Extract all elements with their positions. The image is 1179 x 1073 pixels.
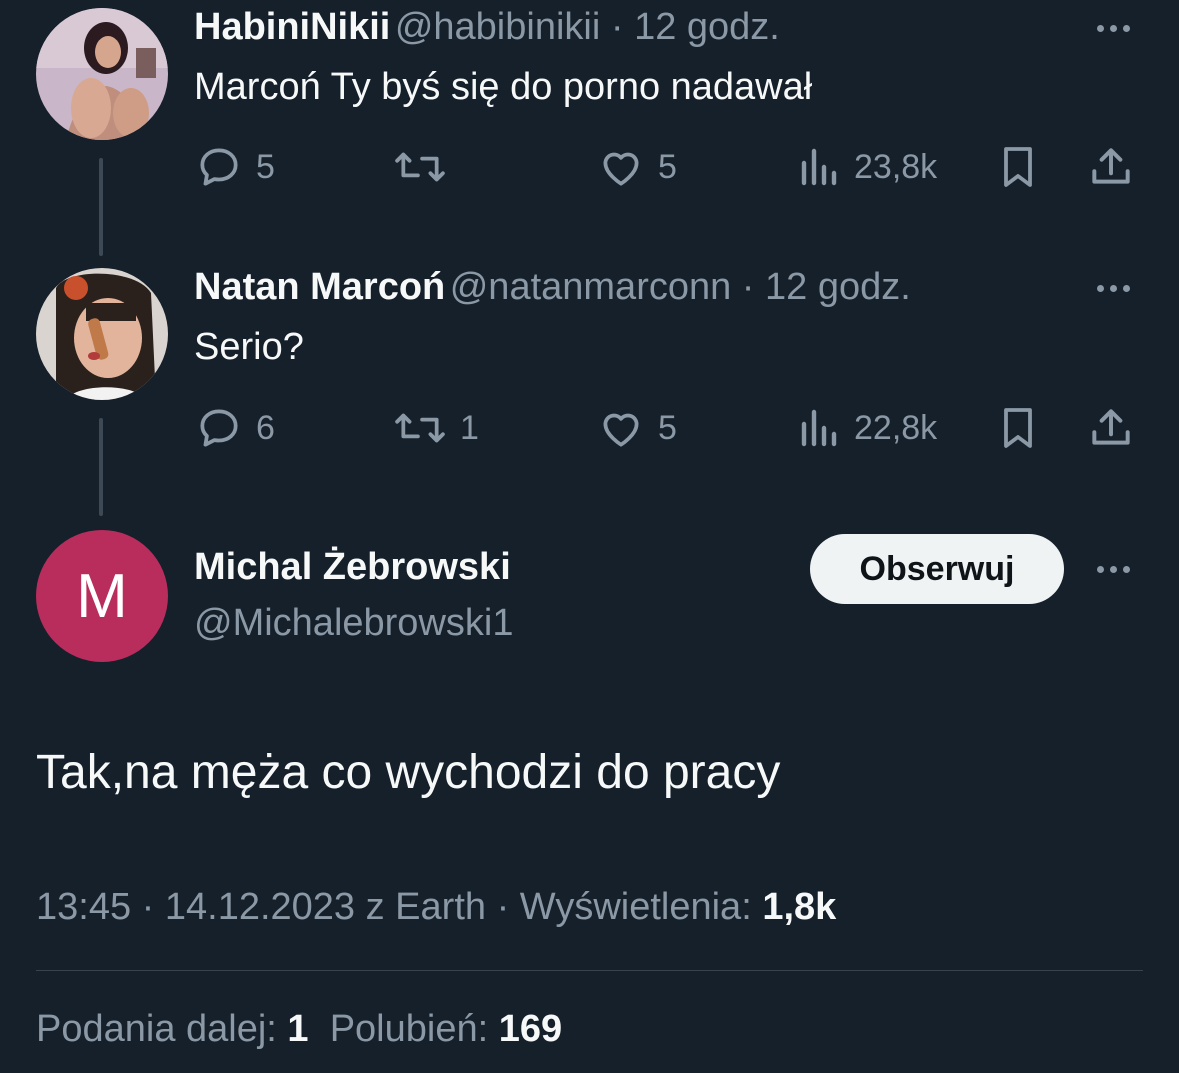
main-tweet-date[interactable]: 14.12.2023 — [165, 886, 355, 928]
tweet2-retweet-count: 1 — [460, 408, 479, 447]
bookmark-icon — [1004, 147, 1032, 187]
share-icon — [1092, 409, 1130, 445]
tweet2-views-button[interactable]: 22,8k — [798, 403, 937, 453]
follow-button[interactable]: Obserwuj — [810, 534, 1064, 604]
tweet1-reply-button[interactable]: 5 — [194, 142, 275, 192]
avatar-habibinikii[interactable] — [36, 8, 168, 140]
views-icon — [801, 409, 837, 447]
tweet1-text: Marcoń Ty byś się do porno nadawał — [194, 66, 813, 108]
tweet1-like-count: 5 — [658, 147, 677, 186]
like-icon — [603, 152, 639, 186]
main-tweet-time[interactable]: 13:45 — [36, 886, 131, 928]
reply-icon — [200, 409, 238, 447]
separator-dot: · — [486, 886, 520, 928]
likes-stat[interactable]: Polubień: 169 — [330, 1008, 562, 1050]
tweet1-author-handle[interactable]: @habibinikii — [395, 6, 600, 48]
main-more-icon[interactable] — [1097, 559, 1141, 579]
tweet2-more-icon[interactable] — [1097, 278, 1141, 298]
tweet2-like-button[interactable]: 5 — [596, 403, 677, 453]
tweet2-bookmark-button[interactable] — [994, 403, 1042, 453]
tweet2-header: Natan Marcoń @natanmarconn · 12 godz. — [194, 266, 911, 309]
tweet2-text: Serio? — [194, 326, 304, 368]
views-count: 1,8k — [762, 886, 837, 928]
main-author-name[interactable]: Michal Żebrowski — [194, 546, 511, 589]
tweet1-more-icon[interactable] — [1097, 18, 1141, 38]
engagement-stats: Podania dalej: 1 Polubień: 169 — [36, 1008, 562, 1051]
tweet1-retweet-button[interactable] — [392, 142, 460, 192]
tweet1-bookmark-button[interactable] — [994, 142, 1042, 192]
views-icon — [801, 148, 837, 186]
separator-dot: · — [131, 886, 165, 928]
separator-dot: · — [600, 6, 635, 48]
retweets-label: Podania dalej: — [36, 1008, 277, 1050]
separator-dot: · — [731, 266, 766, 308]
tweet2-author-name[interactable]: Natan Marcoń — [194, 266, 445, 308]
retweet-icon — [395, 152, 445, 182]
tweet1-views-button[interactable]: 23,8k — [798, 142, 937, 192]
tweet2-action-bar: 6 1 5 22,8k — [194, 403, 1139, 453]
tweet1-timestamp[interactable]: 12 godz. — [634, 6, 780, 48]
tweet1-like-button[interactable]: 5 — [596, 142, 677, 192]
tweet1-author-name[interactable]: HabiniNikii — [194, 6, 390, 48]
like-icon — [603, 413, 639, 447]
tweet1-reply-count: 5 — [256, 147, 275, 186]
main-tweet-source: z Earth — [365, 886, 487, 928]
reply-icon — [200, 148, 238, 186]
main-tweet-meta: 13:45 · 14.12.2023 z Earth · Wyświetleni… — [36, 886, 836, 929]
tweet2-share-button[interactable] — [1086, 403, 1136, 453]
tweet1-views-count: 23,8k — [854, 147, 938, 186]
retweet-icon — [395, 413, 445, 443]
share-icon — [1092, 148, 1130, 184]
avatar-letter: M — [76, 561, 128, 631]
tweet2-reply-count: 6 — [256, 408, 275, 447]
main-tweet-text: Tak,na męża co wychodzi do pracy — [36, 746, 781, 799]
divider — [36, 970, 1143, 971]
tweet2-retweet-button[interactable]: 1 — [392, 403, 479, 453]
avatar-natanmarconn[interactable] — [36, 268, 168, 400]
tweet1-action-bar: 5 5 23,8k — [194, 142, 1139, 192]
thread-connector — [99, 418, 103, 516]
views-label: Wyświetlenia: — [519, 886, 752, 928]
thread-connector — [99, 158, 103, 256]
tweet2-reply-button[interactable]: 6 — [194, 403, 275, 453]
avatar-michalebrowski[interactable]: M — [36, 530, 168, 662]
bookmark-icon — [1004, 408, 1032, 448]
retweets-stat[interactable]: Podania dalej: 1 — [36, 1008, 309, 1050]
tweet2-like-count: 5 — [658, 408, 677, 447]
tweet2-views-count: 22,8k — [854, 408, 938, 447]
tweet1-header: HabiniNikii @habibinikii · 12 godz. — [194, 6, 780, 49]
likes-label: Polubień: — [329, 1008, 489, 1050]
retweets-count: 1 — [287, 1008, 309, 1050]
tweet2-author-handle[interactable]: @natanmarconn — [450, 266, 732, 308]
likes-count: 169 — [498, 1008, 563, 1050]
tweet1-share-button[interactable] — [1086, 142, 1136, 192]
tweet2-timestamp[interactable]: 12 godz. — [765, 266, 911, 308]
main-author-handle[interactable]: @Michalebrowski1 — [194, 602, 513, 645]
